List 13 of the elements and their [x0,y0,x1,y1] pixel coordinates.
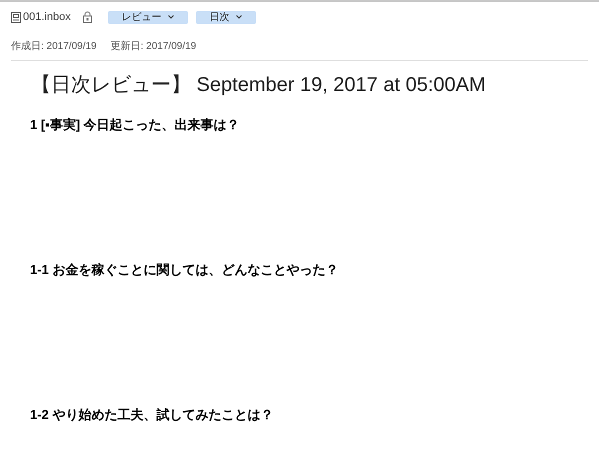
note-title: 【日次レビュー】 September 19, 2017 at 05:00AM [30,73,487,98]
tag-dropdown[interactable]: レビュー [108,10,188,24]
tag-dropdown[interactable]: 日次 [196,10,256,24]
caret-icon [168,15,174,19]
lock-icon[interactable] [82,11,92,23]
section-heading: 1-1 お金を稼ぐことに関しては、どんなことやった？ [30,261,340,279]
notebook-name[interactable]: 001.inbox [23,8,71,26]
section-heading: 1 [▪事実] 今日起こった、出来事は？ [30,116,241,134]
date-label: 作成日: 2017/09/19 [11,40,97,54]
section-heading: 1-2 やり始めた工夫、試してみたことは？ [30,406,274,424]
caret-icon [236,15,242,19]
date-label: 更新日: 2017/09/19 [110,40,196,54]
notebook-icon [11,12,21,22]
